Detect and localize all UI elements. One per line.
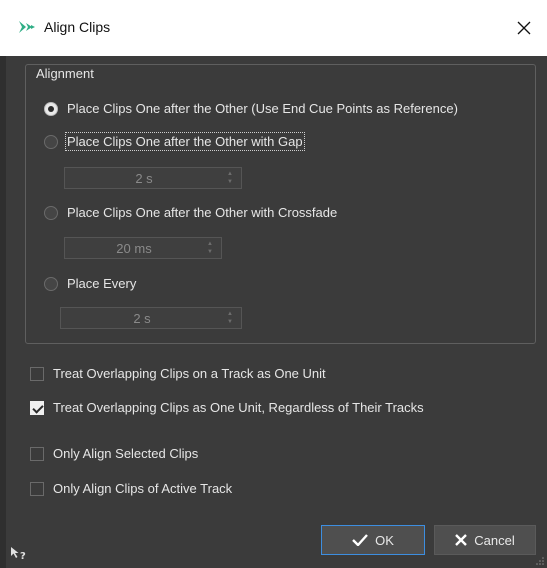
svg-text:?: ? — [20, 551, 26, 560]
radio-with-crossfade[interactable]: Place Clips One after the Other with Cro… — [44, 205, 337, 220]
window-edge — [0, 56, 6, 568]
help-pointer-icon: ? — [11, 547, 26, 562]
radio-button[interactable] — [44, 205, 58, 220]
checkbox-active-track[interactable]: Only Align Clips of Active Track — [30, 481, 232, 496]
radio-button[interactable] — [44, 134, 58, 149]
radio-button[interactable] — [44, 101, 58, 116]
alignment-legend: Alignment — [32, 66, 98, 81]
radio-label: Place Clips One after the Other with Cro… — [67, 205, 338, 220]
close-button[interactable] — [501, 10, 547, 46]
checkbox[interactable] — [30, 400, 44, 415]
crossfade-stepper[interactable]: 20 ms ▲ ▼ — [64, 237, 222, 259]
context-help-icon[interactable]: ? — [10, 546, 28, 563]
checkbox[interactable] — [30, 446, 44, 461]
radio-end-cue-points[interactable]: Place Clips One after the Other (Use End… — [44, 101, 458, 116]
place-every-stepper[interactable]: 2 s ▲ ▼ — [60, 307, 242, 329]
title-bar: Align Clips — [0, 0, 547, 56]
window-title: Align Clips — [44, 19, 111, 35]
cancel-button[interactable]: Cancel — [434, 525, 536, 555]
arrow-down-icon[interactable]: ▼ — [227, 179, 233, 186]
cancel-label: Cancel — [474, 532, 515, 548]
checkbox-selected-clips[interactable]: Only Align Selected Clips — [30, 446, 198, 461]
crossfade-value[interactable]: 20 ms — [65, 241, 203, 256]
checkbox-label: Only Align Clips of Active Track — [53, 481, 233, 496]
ok-button[interactable]: OK — [321, 525, 425, 555]
checkbox[interactable] — [30, 481, 44, 496]
stepper-arrows[interactable]: ▲ ▼ — [223, 311, 237, 326]
close-icon — [517, 21, 531, 35]
checkbox-overlap-regardless[interactable]: Treat Overlapping Clips as One Unit, Reg… — [30, 400, 424, 415]
arrow-down-icon[interactable]: ▼ — [207, 249, 213, 256]
resize-grip-icon[interactable] — [536, 557, 544, 565]
checkbox-label: Only Align Selected Clips — [53, 446, 199, 461]
ok-label: OK — [375, 532, 394, 548]
gap-value[interactable]: 2 s — [65, 171, 223, 186]
close-icon — [455, 534, 468, 546]
arrow-up-icon[interactable]: ▲ — [207, 241, 213, 248]
arrow-down-icon[interactable]: ▼ — [227, 319, 233, 326]
arrow-up-icon[interactable]: ▲ — [227, 171, 233, 178]
arrow-up-icon[interactable]: ▲ — [227, 311, 233, 318]
radio-place-every[interactable]: Place Every — [44, 276, 136, 291]
radio-with-gap[interactable]: Place Clips One after the Other with Gap — [44, 132, 305, 151]
stepper-arrows[interactable]: ▲ ▼ — [223, 171, 237, 186]
radio-button[interactable] — [44, 276, 58, 291]
app-logo-icon — [19, 21, 35, 33]
radio-label: Place Every — [67, 276, 137, 291]
stepper-arrows[interactable]: ▲ ▼ — [203, 241, 217, 256]
radio-label: Place Clips One after the Other with Gap — [65, 132, 305, 151]
checkbox-overlap-track[interactable]: Treat Overlapping Clips on a Track as On… — [30, 366, 326, 381]
radio-label: Place Clips One after the Other (Use End… — [67, 101, 458, 116]
checkmark-icon — [352, 534, 368, 546]
checkbox-label: Treat Overlapping Clips on a Track as On… — [53, 366, 326, 381]
place-every-value[interactable]: 2 s — [61, 311, 223, 326]
gap-stepper[interactable]: 2 s ▲ ▼ — [64, 167, 242, 189]
checkbox[interactable] — [30, 366, 44, 381]
checkbox-label: Treat Overlapping Clips as One Unit, Reg… — [53, 400, 424, 415]
